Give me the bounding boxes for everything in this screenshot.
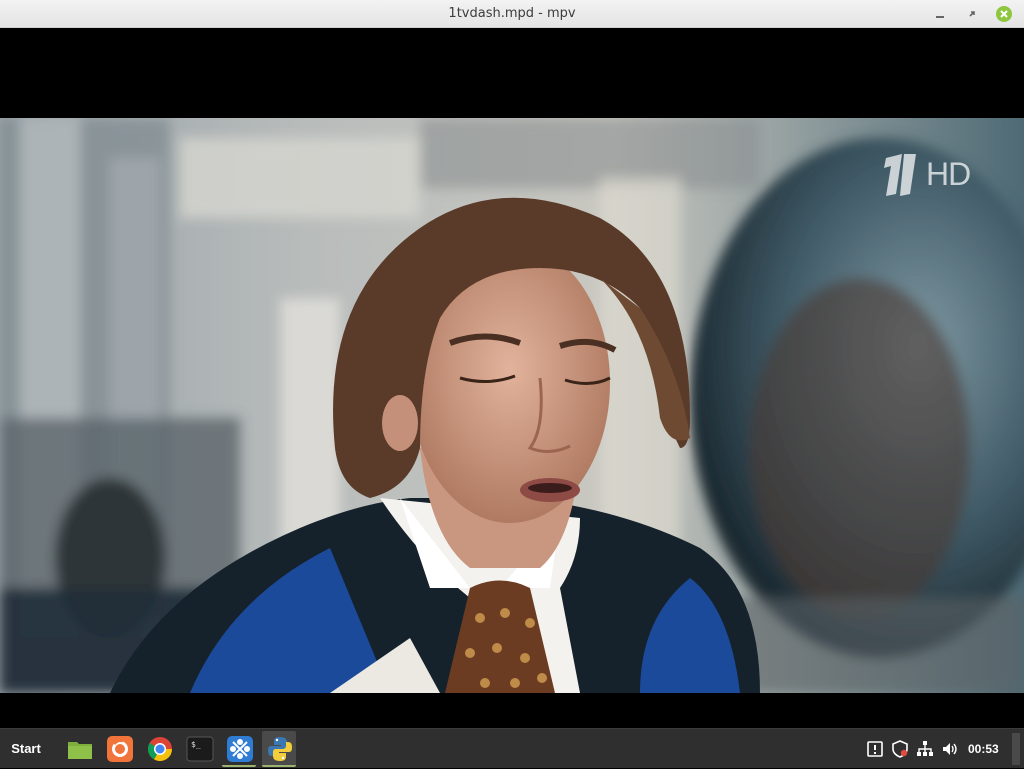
- video-viewport[interactable]: HD: [0, 28, 1024, 728]
- firefox-icon: [107, 736, 133, 762]
- video-frame[interactable]: HD: [0, 118, 1024, 693]
- folder-icon: [68, 742, 92, 759]
- firefox-launcher[interactable]: [102, 731, 136, 765]
- channel-logo-icon: [884, 154, 916, 196]
- window-title: 1tvdash.mpd - mpv: [448, 6, 576, 21]
- close-icon: [1000, 10, 1008, 18]
- files-launcher[interactable]: [62, 731, 96, 765]
- network-app-launcher[interactable]: [222, 731, 256, 767]
- svg-text:$_: $_: [191, 740, 201, 749]
- taskbar: Start $_ 00:53: [0, 728, 1024, 768]
- network-icon[interactable]: [916, 740, 934, 758]
- chrome-icon: [147, 737, 172, 762]
- update-icon[interactable]: [866, 740, 884, 758]
- clock[interactable]: 00:53: [968, 729, 999, 769]
- terminal-launcher[interactable]: $_: [182, 731, 216, 765]
- minimize-button[interactable]: [932, 6, 948, 22]
- show-desktop-button[interactable]: [1012, 733, 1020, 765]
- python-launcher[interactable]: [262, 731, 296, 767]
- terminal-icon: $_: [186, 736, 214, 762]
- close-button[interactable]: [996, 6, 1012, 22]
- python-icon: [268, 737, 292, 761]
- window-titlebar[interactable]: 1tvdash.mpd - mpv: [0, 0, 1024, 28]
- app-icon: [227, 736, 253, 762]
- chrome-launcher[interactable]: [142, 731, 176, 765]
- channel-logo-hd: HD: [926, 156, 971, 192]
- maximize-icon: [969, 11, 975, 17]
- maximize-button[interactable]: [964, 6, 980, 22]
- shield-icon[interactable]: [891, 740, 909, 758]
- volume-icon[interactable]: [941, 740, 959, 758]
- minimize-icon: [936, 16, 944, 18]
- start-button[interactable]: Start: [0, 729, 52, 769]
- video-scene: [0, 118, 1024, 693]
